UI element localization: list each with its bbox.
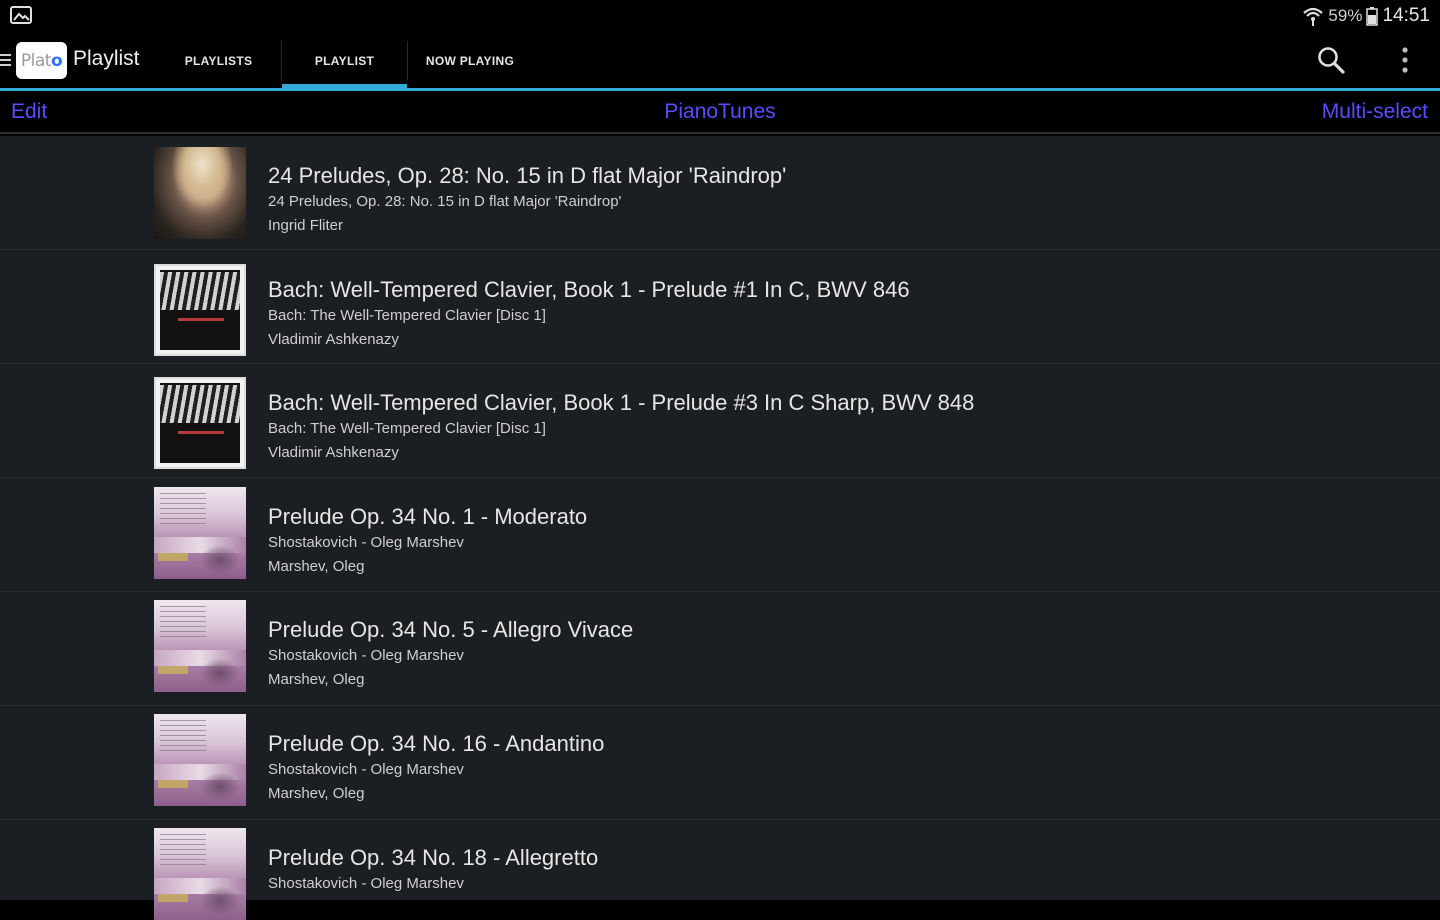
track-artist: Marshev, Oleg xyxy=(268,785,365,802)
battery-percent: 59% xyxy=(1328,6,1363,25)
track-album: 24 Preludes, Op. 28: No. 15 in D flat Ma… xyxy=(268,193,622,210)
album-art xyxy=(154,264,246,356)
status-bar: 59% 14:51 xyxy=(0,0,1440,33)
track-artist: Marshev, Oleg xyxy=(268,558,365,575)
tab-now-playing[interactable]: NOW PLAYING xyxy=(408,33,532,88)
playlist-name: PianoTunes xyxy=(664,100,776,123)
track-row[interactable]: Prelude Op. 34 No. 5 - Allegro Vivace Sh… xyxy=(0,592,1440,706)
track-album: Shostakovich - Oleg Marshev xyxy=(268,875,464,892)
clock: 14:51 xyxy=(1382,5,1430,26)
track-list[interactable]: 24 Preludes, Op. 28: No. 15 in D flat Ma… xyxy=(0,136,1440,920)
tab-playlist[interactable]: PLAYLIST xyxy=(282,33,407,88)
track-album: Shostakovich - Oleg Marshev xyxy=(268,534,464,551)
page-title: Playlist xyxy=(73,47,140,70)
track-title: 24 Preludes, Op. 28: No. 15 in D flat Ma… xyxy=(268,163,787,188)
track-album: Shostakovich - Oleg Marshev xyxy=(268,761,464,778)
track-album: Shostakovich - Oleg Marshev xyxy=(268,647,464,664)
battery-icon xyxy=(1366,7,1379,26)
track-artist: Ingrid Fliter xyxy=(268,217,344,234)
track-title: Bach: Well-Tempered Clavier, Book 1 - Pr… xyxy=(268,277,910,302)
edit-button[interactable]: Edit xyxy=(11,100,47,124)
track-title: Prelude Op. 34 No. 16 - Andantino xyxy=(268,731,605,756)
wifi-icon xyxy=(1303,7,1324,26)
track-row[interactable]: Bach: Well-Tempered Clavier, Book 1 - Pr… xyxy=(0,250,1440,364)
track-album: Bach: The Well-Tempered Clavier [Disc 1] xyxy=(268,307,546,324)
track-artist: Vladimir Ashkenazy xyxy=(268,331,399,348)
track-row[interactable]: Prelude Op. 34 No. 18 - Allegretto Shost… xyxy=(0,820,1440,920)
tab-label: PLAYLISTS xyxy=(184,53,253,68)
tab-label: PLAYLIST xyxy=(314,53,375,68)
action-bar: Plat o Playlist PLAYLISTS PLAYLIST NOW PL… xyxy=(0,33,1440,88)
album-art xyxy=(154,600,246,692)
track-row[interactable]: Prelude Op. 34 No. 1 - Moderato Shostako… xyxy=(0,478,1440,592)
tab-playlists[interactable]: PLAYLISTS xyxy=(165,33,272,88)
album-art xyxy=(154,714,246,806)
image-notification-icon xyxy=(10,6,32,24)
track-album: Bach: The Well-Tempered Clavier [Disc 1] xyxy=(268,420,546,437)
album-art xyxy=(154,828,246,920)
status-right: 59% 14:51 xyxy=(1302,3,1430,29)
app-logo-text: Plat xyxy=(20,50,52,71)
track-title: Prelude Op. 34 No. 1 - Moderato xyxy=(268,504,588,529)
track-artist: Vladimir Ashkenazy xyxy=(268,444,399,461)
playlist-header: PianoTunes Edit Multi-select xyxy=(0,91,1440,134)
album-art xyxy=(154,487,246,579)
app-logo-dot: o xyxy=(50,50,63,71)
track-row[interactable]: 24 Preludes, Op. 28: No. 15 in D flat Ma… xyxy=(0,136,1440,250)
multi-select-button[interactable]: Multi-select xyxy=(1322,100,1428,124)
album-art xyxy=(154,377,246,469)
track-artist: Marshev, Oleg xyxy=(268,671,365,688)
app-logo[interactable]: Plat o xyxy=(16,42,67,79)
track-row[interactable]: Bach: Well-Tempered Clavier, Book 1 - Pr… xyxy=(0,364,1440,478)
search-icon[interactable] xyxy=(1316,45,1346,75)
more-vert-icon[interactable] xyxy=(1398,45,1412,75)
tab-label: NOW PLAYING xyxy=(425,53,515,68)
track-title: Prelude Op. 34 No. 18 - Allegretto xyxy=(268,845,599,870)
track-title: Bach: Well-Tempered Clavier, Book 1 - Pr… xyxy=(268,390,975,415)
track-title: Prelude Op. 34 No. 5 - Allegro Vivace xyxy=(268,617,634,642)
menu-icon[interactable] xyxy=(0,53,12,67)
album-art xyxy=(154,147,246,239)
track-row[interactable]: Prelude Op. 34 No. 16 - Andantino Shosta… xyxy=(0,706,1440,820)
